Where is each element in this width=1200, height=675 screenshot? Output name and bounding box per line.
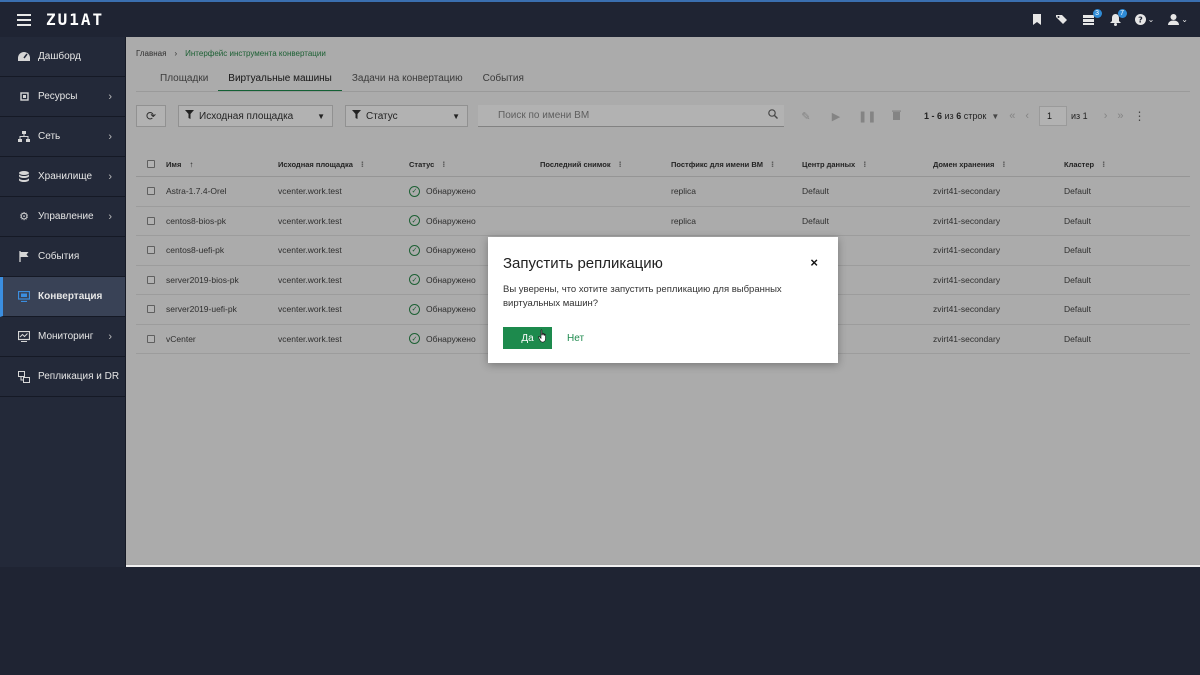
sidebar-item-label: Ресурсы: [38, 91, 78, 102]
gear-icon: ⚙: [19, 211, 29, 223]
bookmark-icon[interactable]: [1032, 14, 1042, 25]
hand-pointer-icon: [538, 329, 546, 343]
sidebar-item-label: Управление: [38, 211, 94, 222]
chevron-down-icon: ⌄: [1181, 15, 1188, 24]
sidebar-item-label: События: [38, 251, 80, 262]
database-icon: [18, 170, 30, 183]
dashboard-icon: [18, 51, 30, 63]
dialog-title: Запустить репликацию: [503, 255, 663, 272]
app-logo[interactable]: ZU1AT: [46, 10, 104, 29]
chevron-right-icon: ›: [108, 170, 112, 183]
chevron-right-icon: ›: [108, 90, 112, 103]
sidebar-item-label: Репликация и DR: [38, 371, 120, 382]
sidebar-item-events[interactable]: События: [0, 237, 125, 277]
top-icons: 3 7 ? ⌄ ⌄: [1032, 2, 1188, 37]
help-icon[interactable]: ? ⌄: [1134, 14, 1155, 25]
chevron-right-icon: ›: [108, 130, 112, 143]
sidebar-item-conversion[interactable]: Конвертация: [0, 277, 125, 317]
sidebar-item-monitoring[interactable]: Мониторинг ›: [0, 317, 125, 357]
dialog-message: Вы уверены, что хотите запустить реплика…: [503, 284, 782, 309]
tags-icon[interactable]: [1055, 14, 1069, 25]
chevron-right-icon: ›: [108, 330, 112, 343]
replication-icon: [18, 370, 30, 383]
sidebar-item-label: Мониторинг: [38, 331, 94, 342]
sidebar-item-replication[interactable]: Репликация и DR: [0, 357, 125, 397]
sidebar-item-label: Дашборд: [38, 51, 81, 62]
close-icon[interactable]: ×: [810, 255, 818, 270]
sidebar-item-management[interactable]: ⚙ Управление ›: [0, 197, 125, 237]
svg-text:?: ?: [1138, 16, 1143, 25]
sidebar-item-storage[interactable]: Хранилище ›: [0, 157, 125, 197]
user-icon[interactable]: ⌄: [1168, 14, 1188, 25]
sidebar-item-label: Хранилище: [38, 171, 92, 182]
bell-icon[interactable]: 7: [1109, 8, 1127, 26]
confirm-replication-dialog: Запустить репликацию × Вы уверены, что х…: [488, 237, 838, 363]
monitor-icon: [18, 291, 30, 303]
hamburger-menu-icon[interactable]: [17, 13, 31, 26]
sidebar-item-dashboard[interactable]: Дашборд: [0, 37, 125, 77]
sidebar: Дашборд Ресурсы › Сеть › Хранилище › ⚙ У…: [0, 37, 126, 567]
bell-badge: 7: [1117, 8, 1127, 18]
top-bar: ZU1AT 3 7 ? ⌄ ⌄: [0, 0, 1200, 37]
sidebar-item-label: Конвертация: [38, 291, 103, 302]
flag-icon: [18, 251, 30, 263]
confirm-no-button[interactable]: Нет: [567, 327, 584, 349]
sidebar-item-network[interactable]: Сеть ›: [0, 117, 125, 157]
chevron-down-icon: ⌄: [1147, 15, 1155, 24]
network-icon: [18, 131, 30, 143]
chip-icon: [18, 91, 30, 103]
sidebar-item-label: Сеть: [38, 131, 61, 142]
chevron-right-icon: ›: [108, 210, 112, 223]
chart-icon: [18, 331, 30, 343]
sidebar-item-resources[interactable]: Ресурсы ›: [0, 77, 125, 117]
inbox-icon[interactable]: 3: [1082, 9, 1102, 25]
inbox-badge: 3: [1092, 9, 1102, 18]
